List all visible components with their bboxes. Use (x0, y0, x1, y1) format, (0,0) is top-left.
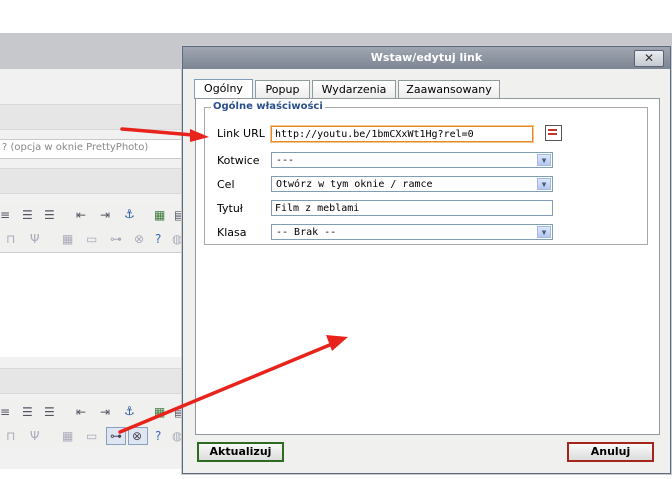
tab-events[interactable]: Wydarzenia (312, 80, 396, 98)
close-icon: ✕ (643, 51, 655, 65)
link-url-label: Link URL (217, 127, 265, 140)
dropdown-arrow-icon[interactable]: ▼ (537, 226, 551, 238)
anchor-icon[interactable]: ⚓ (124, 208, 135, 220)
anchors-value: --- (276, 155, 295, 166)
bullet-list-icon[interactable]: ☰ (22, 406, 33, 418)
dropdown-arrow-icon[interactable]: ▼ (537, 178, 551, 190)
help-icon[interactable]: ? (155, 430, 161, 442)
target-select[interactable]: Otwórz w tym oknie / ramce ▼ (271, 176, 553, 192)
cancel-button-label: Anuluj (590, 445, 631, 458)
anchors-label: Kotwice (217, 154, 260, 167)
table-icon[interactable]: ▦ (62, 430, 73, 442)
justify-icon[interactable]: ≡ (0, 406, 10, 418)
class-value: -- Brak -- (276, 227, 337, 238)
update-button-label: Aktualizuj (209, 445, 272, 458)
dropdown-arrow-icon[interactable]: ▼ (537, 154, 551, 166)
title-label: Tytuł (217, 202, 243, 215)
link-url-value: http://youtu.be/1bmCXxWt1Hg?rel=0 (275, 129, 474, 140)
update-button[interactable]: Aktualizuj (197, 442, 284, 462)
dialog-titlebar[interactable]: Wstaw/edytuj link ✕ (183, 47, 670, 69)
link-icon[interactable]: ⊶ (110, 233, 122, 245)
target-value: Otwórz w tym oknie / ramce (276, 179, 433, 190)
more-icon[interactable]: ◍ (172, 233, 182, 245)
editor-toolbar-bottom: ⊓ Ψ ▦ ▭ ⊶ ⊗ ? ◍ (0, 228, 185, 250)
tab-general[interactable]: Ogólny (194, 79, 253, 99)
tab-advanced-label: Zaawansowany (406, 83, 492, 96)
table-icon[interactable]: ▦ (62, 233, 73, 245)
link-dialog: Wstaw/edytuj link ✕ Ogólny Popup Wydarze… (182, 46, 671, 474)
target-label: Cel (217, 178, 235, 191)
editor-content-area[interactable] (0, 252, 185, 357)
editor-toolbar-bottom-2: ⊓ Ψ ▦ ▭ ⊶ ⊗ ? ◍ (0, 425, 185, 447)
cleanup-icon[interactable]: Ψ (30, 233, 39, 245)
tab-events-label: Wydarzenia (321, 83, 387, 96)
outdent-icon[interactable]: ⇤ (76, 406, 86, 418)
link-icon[interactable]: ⊶ (110, 430, 122, 442)
table-props-icon[interactable]: ▭ (86, 233, 97, 245)
indent-icon[interactable]: ⇥ (100, 209, 110, 221)
justify-icon[interactable]: ≡ (0, 209, 10, 221)
help-icon[interactable]: ? (155, 233, 161, 245)
class-select[interactable]: -- Brak -- ▼ (271, 224, 553, 240)
unlink-icon[interactable]: ⊗ (132, 430, 142, 442)
fieldset-legend: Ogólne właściwości (211, 101, 325, 112)
editor-toolbar-top-2: ≡ ☰ ☰ ⇤ ⇥ ⚓ ▦ ▤ (0, 401, 185, 423)
tab-popup-label: Popup (265, 83, 300, 96)
editor-section-stripe-3 (0, 368, 185, 394)
tab-advanced[interactable]: Zaawansowany (398, 80, 500, 98)
table-props-icon[interactable]: ▭ (86, 430, 97, 442)
title-input[interactable]: Film z meblami (271, 200, 553, 216)
more-icon[interactable]: ◍ (172, 430, 182, 442)
editor-toolbar-top: ≡ ☰ ☰ ⇤ ⇥ ⚓ ▦ ▤ (0, 204, 185, 226)
link-url-input[interactable]: http://youtu.be/1bmCXxWt1Hg?rel=0 (271, 126, 533, 142)
media-icon[interactable]: ▦ (154, 406, 165, 418)
option-hint-field[interactable]: ? (opcja w oknie PrettyPhoto) (0, 139, 185, 159)
outdent-icon[interactable]: ⇤ (76, 209, 86, 221)
numbered-list-icon[interactable]: ☰ (44, 406, 55, 418)
option-hint-text: ? (opcja w oknie PrettyPhoto) (2, 142, 149, 153)
cancel-button[interactable]: Anuluj (567, 442, 654, 462)
title-value: Film z meblami (275, 203, 360, 214)
anchors-select[interactable]: --- ▼ (271, 152, 553, 168)
numbered-list-icon[interactable]: ☰ (44, 209, 55, 221)
class-label: Klasa (217, 226, 247, 239)
bullet-list-icon[interactable]: ☰ (22, 209, 33, 221)
tab-general-label: Ogólny (204, 82, 243, 95)
unlink-icon[interactable]: ⊗ (134, 233, 144, 245)
general-properties-fieldset: Ogólne właściwości Link URL http://youtu… (204, 101, 648, 245)
browse-icon[interactable] (545, 125, 562, 141)
anchor-icon[interactable]: ⚓ (124, 405, 135, 417)
format-icon[interactable]: ⊓ (6, 233, 15, 245)
dialog-title: Wstaw/edytuj link (370, 51, 483, 64)
editor-section-stripe-2 (0, 168, 185, 194)
close-button[interactable]: ✕ (634, 50, 664, 67)
editor-section-stripe (0, 104, 185, 130)
general-panel: Ogólne właściwości Link URL http://youtu… (195, 98, 660, 435)
cleanup-icon[interactable]: Ψ (30, 430, 39, 442)
tab-popup[interactable]: Popup (255, 80, 310, 98)
format-icon[interactable]: ⊓ (6, 430, 15, 442)
media-icon[interactable]: ▦ (154, 209, 165, 221)
indent-icon[interactable]: ⇥ (100, 406, 110, 418)
